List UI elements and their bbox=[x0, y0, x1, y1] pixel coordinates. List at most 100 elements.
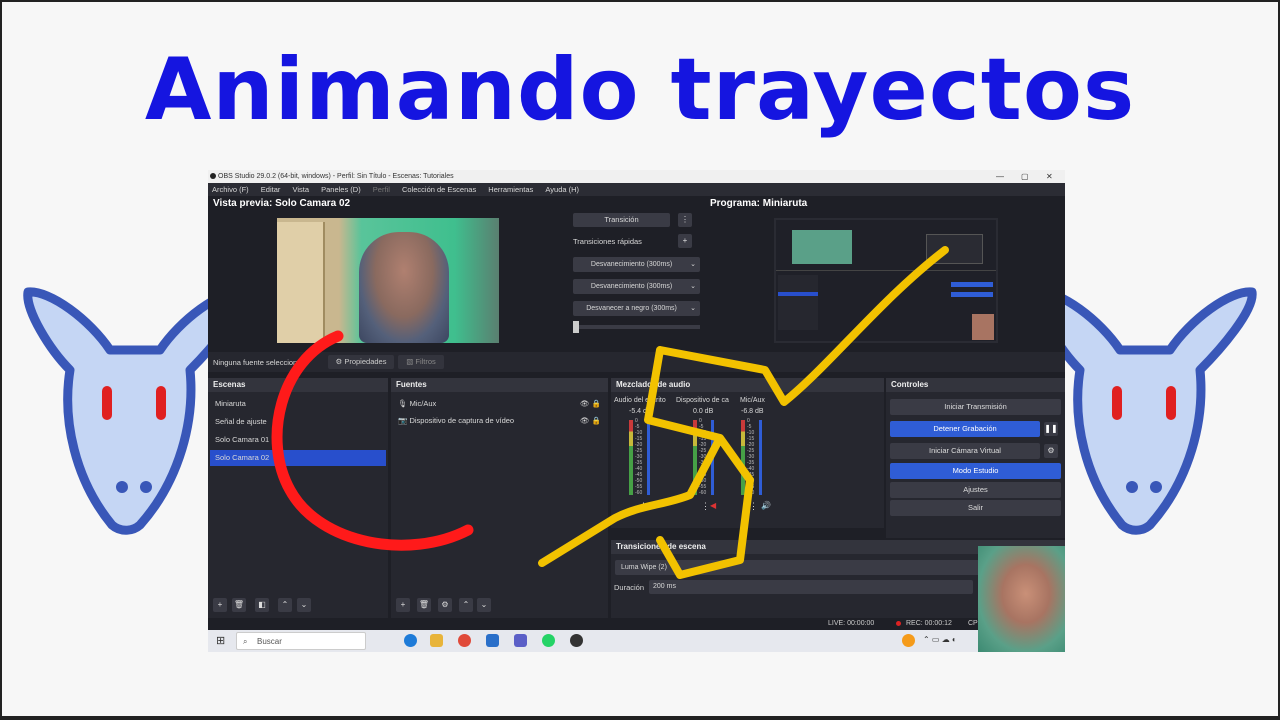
rec-dot-icon bbox=[896, 621, 901, 626]
meter-tick-label: -60 bbox=[635, 490, 643, 496]
quick-transition-2[interactable]: Desvanecimiento (300ms) ⌄ bbox=[573, 279, 700, 294]
no-source-label: Ninguna fuente seleccion bbox=[213, 358, 298, 367]
scene-item[interactable]: Solo Camara 01 bbox=[210, 432, 386, 448]
mixer-menu-icon[interactable]: ⋮ bbox=[749, 501, 758, 512]
whatsapp-icon[interactable] bbox=[542, 634, 555, 647]
headline-title: Animando trayectos bbox=[144, 40, 1136, 140]
scene-filter-icon[interactable]: ◧ bbox=[255, 598, 269, 612]
menu-paneles[interactable]: Paneles (D) bbox=[321, 185, 361, 194]
meter-tick-label: -60 bbox=[747, 490, 755, 496]
mixer-menu-icon[interactable]: ⋮ bbox=[639, 501, 648, 512]
edge-icon[interactable] bbox=[404, 634, 417, 647]
move-up-icon[interactable]: ⌃ bbox=[278, 598, 292, 612]
move-down-icon[interactable]: ⌄ bbox=[477, 598, 491, 612]
volume-fader[interactable] bbox=[711, 420, 714, 495]
eye-icon[interactable]: 👁 🔒 bbox=[580, 413, 601, 429]
preview-canvas[interactable] bbox=[277, 218, 499, 343]
scene-item-selected[interactable]: Solo Camara 02 bbox=[210, 450, 386, 466]
obs-taskbar-icon[interactable] bbox=[570, 634, 583, 647]
taskbar-search[interactable]: ⌕ Buscar bbox=[236, 632, 366, 650]
stop-recording-button[interactable]: Detener Grabación bbox=[890, 421, 1040, 437]
transition-button[interactable]: Transición bbox=[573, 213, 670, 227]
tray-app-icon[interactable] bbox=[902, 634, 915, 647]
source-item[interactable]: 🎙 Mic/Aux 👁 🔒 bbox=[393, 396, 603, 412]
folder-icon[interactable] bbox=[430, 634, 443, 647]
transition-menu-icon[interactable]: ⋮ bbox=[678, 213, 692, 227]
program-thumb-selected bbox=[778, 292, 818, 296]
pause-icon[interactable]: ❚❚ bbox=[1044, 422, 1058, 436]
program-obs-thumbnail bbox=[776, 220, 996, 341]
windows-start-icon[interactable]: ⊞ bbox=[216, 635, 228, 647]
menu-herramientas[interactable]: Herramientas bbox=[488, 185, 533, 194]
menu-archivo[interactable]: Archivo (F) bbox=[212, 185, 249, 194]
duration-input[interactable]: 200 ms bbox=[649, 580, 973, 594]
move-down-icon[interactable]: ⌄ bbox=[297, 598, 311, 612]
exit-button[interactable]: Salir bbox=[890, 500, 1061, 516]
chevron-down-icon: ⌄ bbox=[690, 283, 696, 290]
program-thumb-scenes bbox=[778, 275, 818, 330]
maximize-button[interactable]: ▢ bbox=[1021, 170, 1029, 183]
source-settings-icon[interactable]: ⚙ bbox=[438, 598, 452, 612]
frame-bottom bbox=[0, 716, 1280, 720]
quick-transition-1[interactable]: Desvanecimiento (300ms) ⌄ bbox=[573, 257, 700, 272]
preview-door bbox=[277, 222, 325, 343]
program-title: Programa: Miniaruta bbox=[710, 198, 808, 209]
volume-meter bbox=[741, 420, 745, 495]
mixer-menu-icon[interactable]: ⋮ bbox=[701, 501, 710, 512]
transition-select[interactable]: Luma Wipe (2) bbox=[615, 560, 981, 575]
chevron-down-icon: ⌄ bbox=[690, 305, 696, 312]
delete-scene-icon[interactable]: 🗑 bbox=[232, 598, 246, 612]
preview-person bbox=[359, 232, 449, 343]
transition-slider-handle[interactable] bbox=[573, 321, 579, 333]
speaker-icon[interactable]: 🔊 bbox=[761, 501, 771, 510]
volume-meter bbox=[629, 420, 633, 495]
add-source-icon[interactable]: + bbox=[396, 598, 410, 612]
controls-dock: Controles Iniciar Transmisión Detener Gr… bbox=[886, 378, 1065, 538]
program-thumb-btn bbox=[951, 282, 993, 287]
properties-button[interactable]: ⚙ Propiedades bbox=[328, 355, 394, 369]
obs-window: OBS Studio 29.0.2 (64-bit, windows) - Pe… bbox=[208, 170, 1065, 652]
menu-editar[interactable]: Editar bbox=[261, 185, 281, 194]
settings-button[interactable]: Ajustes bbox=[890, 482, 1061, 498]
close-button[interactable]: ✕ bbox=[1046, 170, 1053, 183]
menu-perfil[interactable]: Perfil bbox=[373, 185, 390, 194]
quick-transition-3[interactable]: Desvanecer a negro (300ms) ⌄ bbox=[573, 301, 700, 316]
scene-item[interactable]: Señal de ajuste bbox=[210, 414, 386, 430]
transition-slider[interactable] bbox=[573, 325, 700, 329]
source-toolbar: Ninguna fuente seleccion ⚙ Propiedades ▧… bbox=[208, 352, 1065, 372]
chrome-icon[interactable] bbox=[458, 634, 471, 647]
add-scene-icon[interactable]: + bbox=[213, 598, 227, 612]
chevron-down-icon: ⌄ bbox=[690, 261, 696, 268]
volume-fader[interactable] bbox=[647, 420, 650, 495]
scene-item[interactable]: Miniaruta bbox=[210, 396, 386, 412]
muted-speaker-icon[interactable]: ◀ bbox=[710, 501, 716, 510]
studio-mode-button[interactable]: Modo Estudio bbox=[890, 463, 1061, 479]
tray-icons[interactable]: ⌃ ▭ ☁ ◐ bbox=[923, 635, 957, 644]
menu-vista[interactable]: Vista bbox=[292, 185, 309, 194]
delete-source-icon[interactable]: 🗑 bbox=[417, 598, 431, 612]
program-thumb-preview bbox=[792, 230, 852, 264]
frame-top bbox=[0, 0, 1280, 2]
gear-icon[interactable]: ⚙ bbox=[1044, 444, 1058, 458]
menu-coleccion[interactable]: Colección de Escenas bbox=[402, 185, 476, 194]
controls-title: Controles bbox=[886, 378, 1065, 392]
windows-taskbar: ⊞ ⌕ Buscar ⌃ ▭ ☁ ◐ bbox=[208, 630, 1065, 652]
meter-scale: 0 -5 -10 -15 -20 -25 -30 -35 -40 -45 -50 -55 -60 bbox=[635, 418, 645, 496]
window-titlebar: OBS Studio 29.0.2 (64-bit, windows) - Pe… bbox=[208, 170, 1065, 183]
mail-icon[interactable] bbox=[486, 634, 499, 647]
menu-bar: Archivo (F) Editar Vista Paneles (D) Per… bbox=[208, 183, 1065, 196]
minimize-button[interactable]: — bbox=[996, 170, 1004, 183]
audio-mixer-dock: Mezclador de audio Audio del escrito Dis… bbox=[611, 378, 884, 528]
filters-button[interactable]: ▧ Filtros bbox=[398, 355, 444, 369]
add-quick-transition-icon[interactable]: + bbox=[678, 234, 692, 248]
menu-ayuda[interactable]: Ayuda (H) bbox=[545, 185, 579, 194]
program-thumb-webcam bbox=[972, 314, 994, 340]
start-stream-button[interactable]: Iniciar Transmisión bbox=[890, 399, 1061, 415]
volume-fader[interactable] bbox=[759, 420, 762, 495]
virtual-camera-button[interactable]: Iniciar Cámara Virtual bbox=[890, 443, 1040, 459]
teams-icon[interactable] bbox=[514, 634, 527, 647]
source-item[interactable]: 📷 Dispositivo de captura de vídeo 👁 🔒 bbox=[393, 413, 603, 429]
search-icon: ⌕ bbox=[243, 637, 248, 646]
eye-icon[interactable]: 👁 🔒 bbox=[580, 396, 601, 412]
move-up-icon[interactable]: ⌃ bbox=[459, 598, 473, 612]
